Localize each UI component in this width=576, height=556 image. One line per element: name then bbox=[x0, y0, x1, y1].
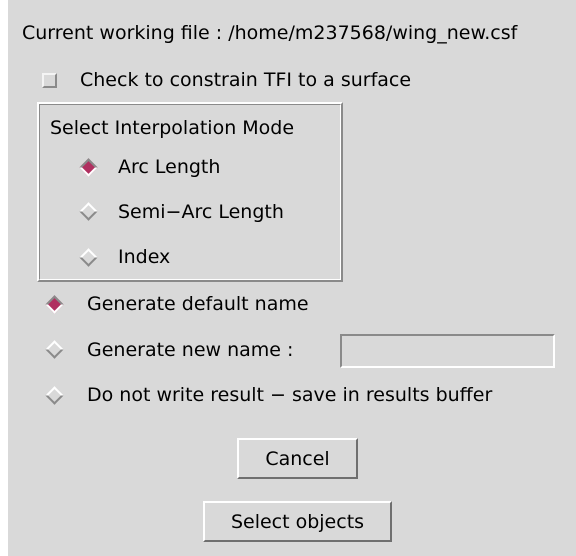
cancel-button-label: Cancel bbox=[265, 448, 330, 470]
do-not-write-radio-icon[interactable] bbox=[45, 386, 64, 405]
generate-default-name-radio-icon[interactable] bbox=[45, 295, 64, 314]
cancel-button[interactable]: Cancel bbox=[237, 438, 358, 479]
select-objects-button-label: Select objects bbox=[230, 511, 365, 533]
constrain-checkbox-icon[interactable] bbox=[42, 73, 57, 88]
new-name-input[interactable] bbox=[340, 334, 555, 368]
semi-arc-length-label[interactable]: Semi−Arc Length bbox=[118, 201, 284, 223]
interpolation-mode-title: Select Interpolation Mode bbox=[50, 117, 295, 139]
tfi-dialog: Current working file : /home/m237568/win… bbox=[8, 0, 576, 556]
generate-new-name-label[interactable]: Generate new name : bbox=[87, 339, 293, 361]
generate-new-name-radio-icon[interactable] bbox=[45, 340, 64, 359]
working-file-label: Current working file : /home/m237568/win… bbox=[22, 22, 518, 44]
do-not-write-label[interactable]: Do not write result − save in results bu… bbox=[87, 384, 492, 406]
generate-default-name-label[interactable]: Generate default name bbox=[87, 293, 309, 315]
constrain-checkbox-label[interactable]: Check to constrain TFI to a surface bbox=[80, 69, 411, 91]
arc-length-label[interactable]: Arc Length bbox=[118, 156, 220, 178]
index-label[interactable]: Index bbox=[118, 246, 170, 268]
select-objects-button[interactable]: Select objects bbox=[203, 501, 392, 542]
